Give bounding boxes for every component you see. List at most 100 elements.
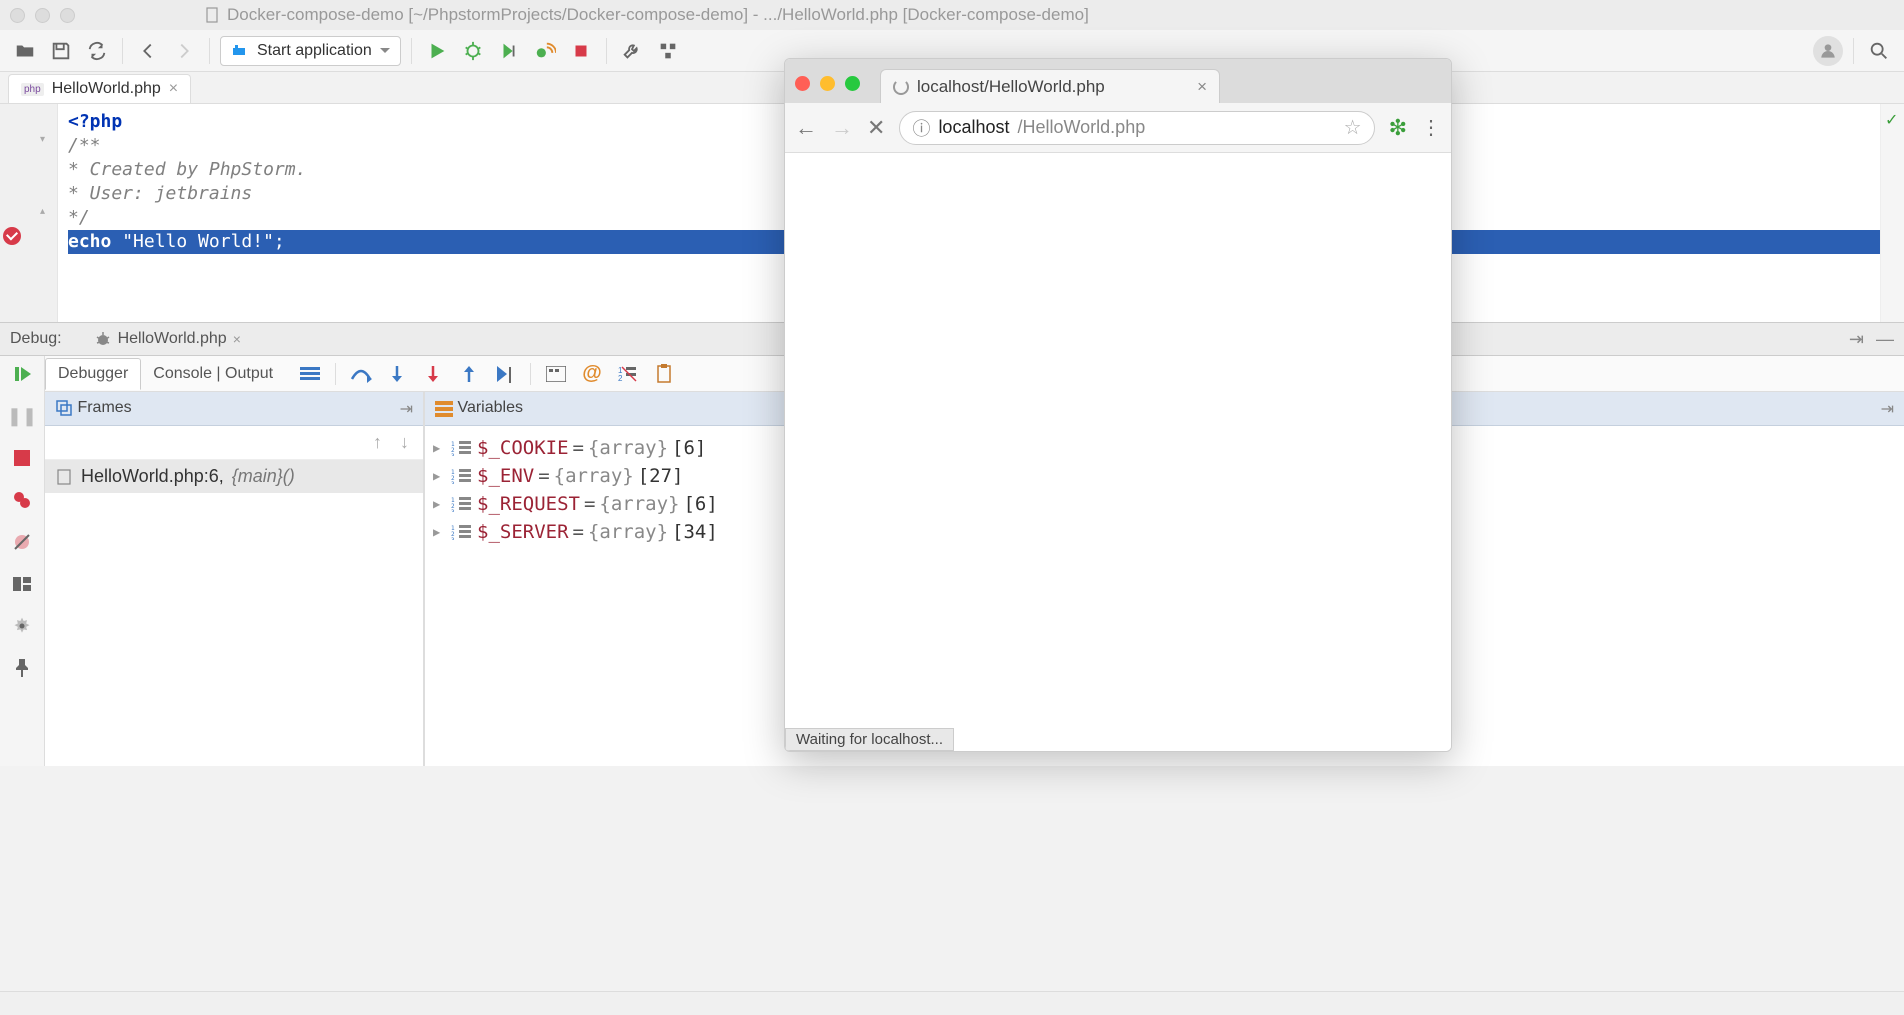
browser-status-text: Waiting for localhost... <box>785 728 954 751</box>
close-session-icon[interactable]: × <box>233 331 241 347</box>
svg-text:3: 3 <box>451 453 455 456</box>
expand-arrow-icon[interactable]: ▶ <box>433 469 447 483</box>
browser-menu-icon[interactable]: ⋮ <box>1421 115 1441 140</box>
expand-arrow-icon[interactable]: ▶ <box>433 441 447 455</box>
expand-arrow-icon[interactable]: ▶ <box>433 525 447 539</box>
forward-icon[interactable] <box>169 36 199 66</box>
resume-icon[interactable] <box>10 362 34 386</box>
at-icon[interactable]: @ <box>581 363 603 385</box>
array-icon: 123 <box>451 439 473 457</box>
debug-icon[interactable] <box>458 36 488 66</box>
debug-side-toolbar: ❚❚ <box>0 356 45 766</box>
stop-icon[interactable] <box>566 36 596 66</box>
listen-debug-icon[interactable] <box>530 36 560 66</box>
editor-gutter[interactable]: ▾ ▴ <box>0 104 58 322</box>
move-right-icon[interactable]: ⇥ <box>1849 329 1864 350</box>
file-icon <box>205 7 221 23</box>
debug-label: Debug: <box>10 330 62 348</box>
frame-nav: ↑ ↓ <box>45 426 423 460</box>
browser-close-icon[interactable] <box>795 76 810 91</box>
frame-item[interactable]: HelloWorld.php:6, {main}() <box>45 460 423 493</box>
browser-url-bar[interactable]: ⓘ localhost/HelloWorld.php ☆ <box>899 111 1374 145</box>
evaluate-icon[interactable] <box>545 363 567 385</box>
debug-session-label: HelloWorld.php <box>118 330 227 348</box>
step-over-icon[interactable] <box>350 363 372 385</box>
coverage-icon[interactable] <box>494 36 524 66</box>
svg-text:3: 3 <box>451 509 455 512</box>
macos-titlebar: Docker-compose-demo [~/PhpstormProjects/… <box>0 0 1904 30</box>
editor-tab-label: HelloWorld.php <box>52 80 161 98</box>
browser-viewport: Waiting for localhost... <box>785 153 1451 751</box>
expand-arrow-icon[interactable]: ▶ <box>433 497 447 511</box>
frames-panel: Frames ⇥ ↑ ↓ HelloWorld.php:6, {main}() <box>45 392 425 766</box>
browser-tab-close-icon[interactable]: × <box>1197 77 1207 97</box>
avatar-icon[interactable] <box>1813 36 1843 66</box>
search-icon[interactable] <box>1864 36 1894 66</box>
step-into-icon[interactable] <box>386 363 408 385</box>
breakpoint-icon[interactable] <box>3 227 21 245</box>
run-configuration-selector[interactable]: Start application <box>220 36 401 66</box>
force-step-into-icon[interactable] <box>422 363 444 385</box>
show-execution-point-icon[interactable] <box>299 363 321 385</box>
browser-zoom-icon[interactable] <box>845 76 860 91</box>
inspection-gutter[interactable]: ✓ <box>1880 104 1904 322</box>
fold-end-icon[interactable]: ▴ <box>40 206 45 217</box>
clipboard-icon[interactable] <box>653 363 675 385</box>
debugger-tab[interactable]: Debugger <box>45 358 141 390</box>
docker-icon <box>231 42 249 60</box>
debug-session-tab[interactable]: HelloWorld.php × <box>82 326 253 352</box>
layout-icon[interactable] <box>10 572 34 596</box>
frames-header: Frames ⇥ <box>45 392 423 426</box>
window-close-dot[interactable] <box>10 8 25 23</box>
sync-icon[interactable] <box>82 36 112 66</box>
dock-icon[interactable]: ⇥ <box>400 399 413 419</box>
back-icon[interactable] <box>133 36 163 66</box>
save-icon[interactable] <box>46 36 76 66</box>
array-icon: 123 <box>451 467 473 485</box>
browser-tab[interactable]: localhost/HelloWorld.php × <box>880 69 1220 103</box>
array-icon: 123 <box>451 495 473 513</box>
window-minimize-dot[interactable] <box>35 8 50 23</box>
pause-icon[interactable]: ❚❚ <box>10 404 34 428</box>
close-tab-icon[interactable]: × <box>169 80 178 98</box>
settings-icon[interactable] <box>10 614 34 638</box>
console-tab[interactable]: Console | Output <box>141 359 285 389</box>
svg-text:3: 3 <box>451 481 455 484</box>
run-configuration-label: Start application <box>257 42 372 60</box>
browser-forward-icon[interactable]: → <box>831 115 853 141</box>
view-breakpoints-icon[interactable] <box>10 488 34 512</box>
sort-icon[interactable]: 12 <box>617 363 639 385</box>
run-to-cursor-icon[interactable] <box>494 363 516 385</box>
dock-vars-icon[interactable]: ⇥ <box>1881 399 1894 419</box>
frame-up-icon[interactable]: ↑ <box>373 432 382 453</box>
open-icon[interactable] <box>10 36 40 66</box>
run-icon[interactable] <box>422 36 452 66</box>
variables-icon <box>435 399 453 417</box>
browser-tab-strip: localhost/HelloWorld.php × <box>785 59 1451 103</box>
inspection-ok-icon: ✓ <box>1885 110 1898 130</box>
bug-icon <box>94 330 112 348</box>
extension-icon[interactable]: ❇ <box>1389 115 1407 141</box>
minimize-icon[interactable]: — <box>1876 329 1894 350</box>
pin-icon[interactable] <box>10 656 34 680</box>
window-title: Docker-compose-demo [~/PhpstormProjects/… <box>227 5 1089 25</box>
code-line-1: <?php <box>68 111 122 132</box>
wrench-icon[interactable] <box>617 36 647 66</box>
frame-down-icon[interactable]: ↓ <box>400 432 409 453</box>
window-zoom-dot[interactable] <box>60 8 75 23</box>
bookmark-star-icon[interactable]: ☆ <box>1344 115 1362 140</box>
svg-text:3: 3 <box>451 537 455 540</box>
info-icon[interactable]: ⓘ <box>912 115 930 141</box>
step-out-icon[interactable] <box>458 363 480 385</box>
frame-file-icon <box>55 468 73 486</box>
browser-minimize-icon[interactable] <box>820 76 835 91</box>
browser-back-icon[interactable]: ← <box>795 115 817 141</box>
fold-icon[interactable]: ▾ <box>40 134 45 145</box>
editor-tab-active[interactable]: php HelloWorld.php × <box>8 74 191 103</box>
mute-breakpoints-icon[interactable] <box>10 530 34 554</box>
loading-spinner-icon <box>893 79 909 95</box>
browser-window: localhost/HelloWorld.php × ← → ✕ ⓘ local… <box>784 58 1452 752</box>
browser-stop-icon[interactable]: ✕ <box>867 115 885 141</box>
stop-debug-icon[interactable] <box>10 446 34 470</box>
structure-icon[interactable] <box>653 36 683 66</box>
